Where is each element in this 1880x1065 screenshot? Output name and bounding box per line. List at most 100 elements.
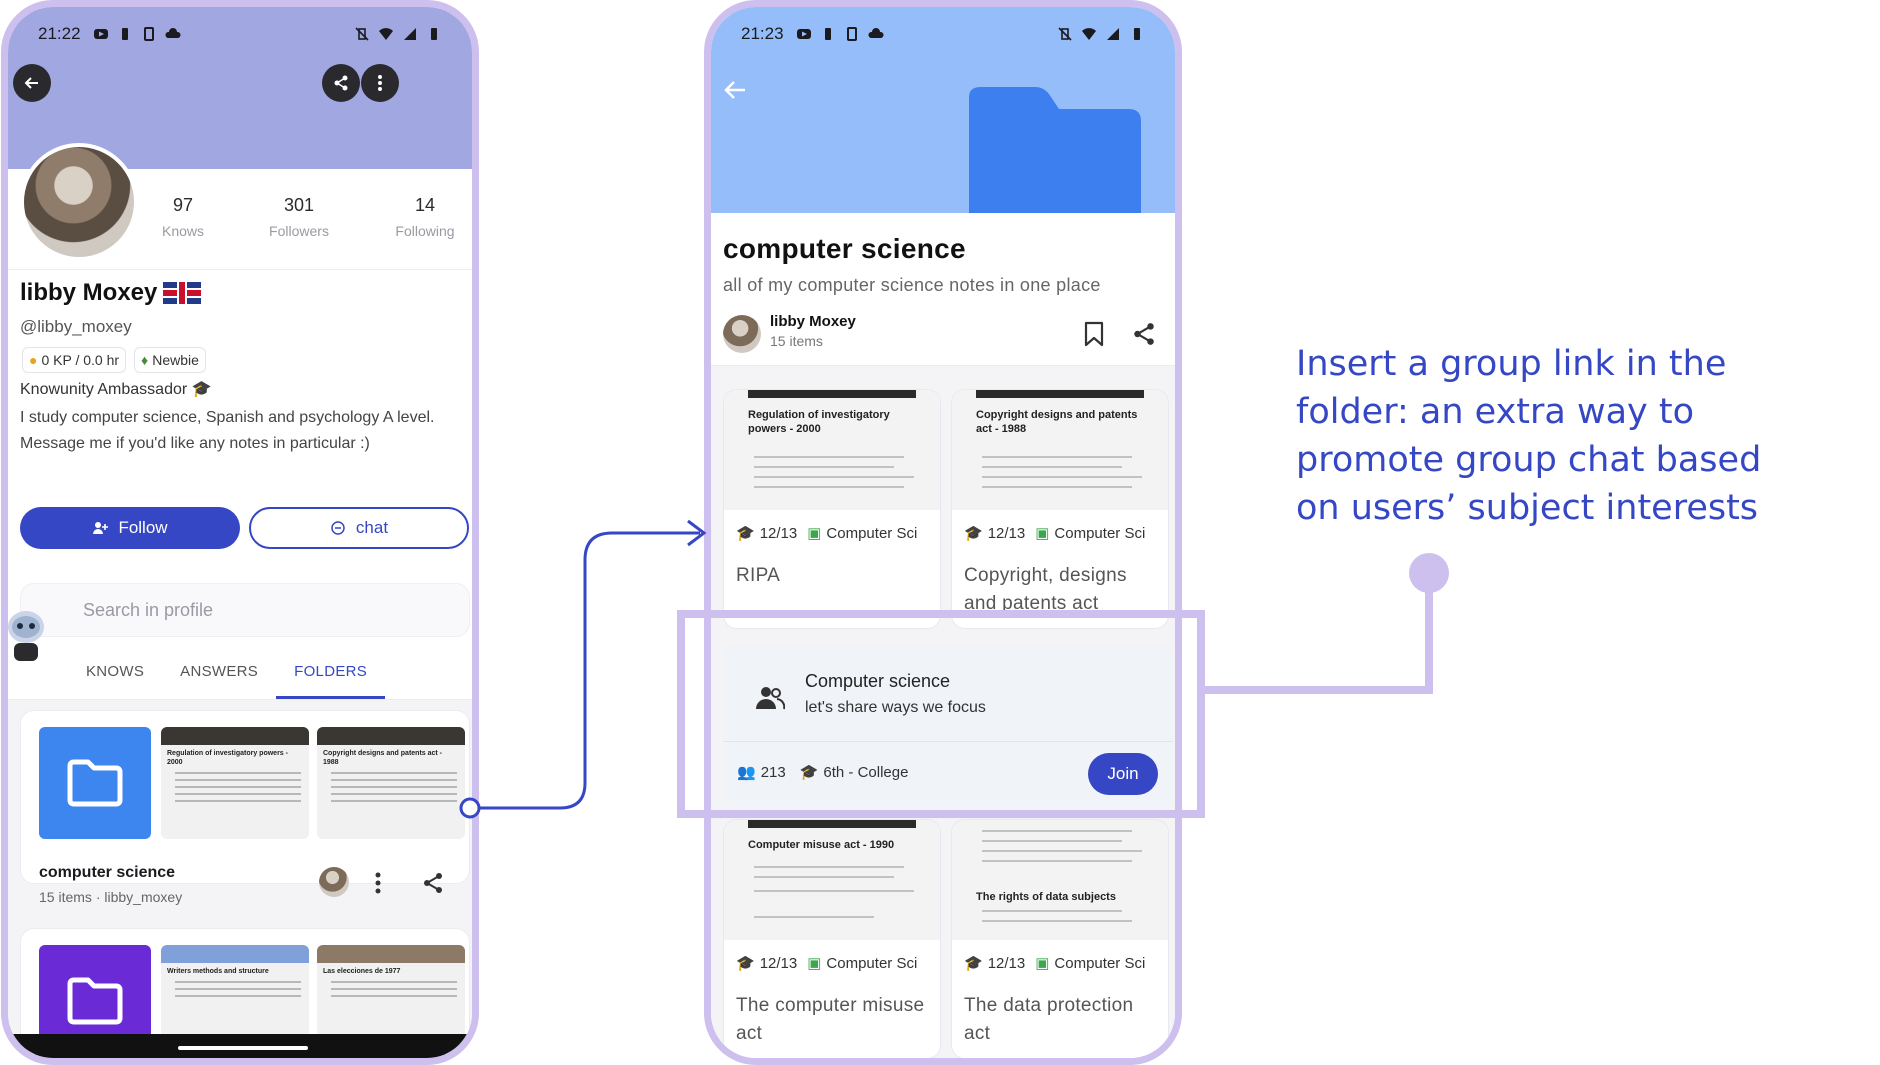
monitor-icon: ▣ [1035, 955, 1050, 972]
folder-card[interactable]: Regulation of investigatory powers - 200… [20, 710, 470, 905]
cloud-icon [868, 28, 884, 38]
subject-chip: ▣ Computer Sci [807, 954, 917, 973]
kebab-menu-icon[interactable] [369, 871, 387, 895]
subject-label: Computer Sci [1054, 954, 1146, 972]
group-icon [756, 687, 785, 710]
grade-chip: 🎓 12/13 [964, 954, 1026, 973]
document-preview-title: Las elecciones de 1977 [323, 968, 401, 975]
battery-small-icon [121, 28, 128, 40]
document-preview-title: Copyright designs and patents act - 1988 [323, 750, 443, 766]
annotation-text: Insert a group link in the folder: an ex… [1296, 344, 1762, 528]
kp-badge[interactable]: ● 0 KP / 0.0 hr [22, 347, 127, 373]
group-chat-card[interactable]: Computer science let's share ways we foc… [723, 645, 1173, 807]
ambassador-label: Knowunity Ambassador 🎓 [20, 381, 212, 398]
bookmark-icon[interactable] [1083, 321, 1105, 347]
youtube-icon [796, 29, 811, 39]
document-tags: 🎓 12/13 ▣ Computer Sci [964, 524, 1145, 543]
folder-title: computer science [723, 233, 966, 264]
tab-knows[interactable]: KNOWS [68, 653, 162, 699]
document-tags: 🎓 12/13 ▣ Computer Sci [736, 524, 918, 543]
stat-following[interactable]: 14 Following [370, 195, 472, 239]
tablet-icon [846, 27, 857, 41]
subject-chip: ▣ Computer Sci [1035, 954, 1146, 973]
stat-value: 97 [172, 195, 194, 215]
search-input[interactable]: Search in profile [20, 583, 470, 637]
member-count-label: 213 [760, 763, 786, 781]
document-preview: The rights of data subjects [952, 820, 1168, 940]
profile-avatar[interactable] [20, 143, 138, 261]
document-tags: 🎓 12/13 ▣ Computer Sci [736, 954, 917, 973]
kebab-menu-icon [378, 75, 382, 91]
document-preview: Regulation of investigatory powers - 200… [161, 727, 309, 839]
subject-label: Computer Sci [826, 524, 918, 542]
document-card[interactable]: The rights of data subjects 🎓 12/13 ▣ Comp… [951, 819, 1169, 1058]
battery-icon [431, 28, 437, 40]
highlight-dot [1409, 553, 1449, 593]
signal-icon [404, 28, 416, 40]
owner-avatar[interactable] [319, 867, 349, 897]
grade-label: 12/13 [987, 524, 1026, 542]
navigation-bar [8, 1034, 472, 1058]
level-badge[interactable]: ♦ Newbie [134, 347, 206, 373]
monitor-icon: ▣ [807, 525, 822, 542]
tab-folders[interactable]: FOLDERS [276, 653, 386, 699]
group-stats: 👥 213 🎓 6th - College [737, 763, 908, 782]
status-time: 21:22 [38, 24, 81, 43]
status-bar: 21:23 [711, 7, 1175, 61]
share-icon[interactable] [1131, 321, 1157, 347]
document-card[interactable]: Regulation of investigatory powers - 200… [723, 389, 941, 629]
chat-label: chat [355, 518, 389, 537]
grade-label: 12/13 [759, 954, 798, 972]
subject-chip: ▣ Computer Sci [807, 524, 918, 543]
divider [723, 741, 1173, 742]
chat-button[interactable]: chat [249, 507, 469, 549]
profile-name: libby Moxey [20, 279, 202, 307]
folder-description: all of my computer science notes in one … [723, 275, 1101, 295]
owner-name[interactable]: libby Moxey [770, 313, 856, 330]
monitor-icon: ▣ [807, 955, 822, 972]
phone-folder-screen: 21:23 computer science all of my compute… [704, 0, 1182, 1065]
profile-bio: I study computer science, Spanish and ps… [20, 409, 435, 452]
tab-answers[interactable]: ANSWERS [162, 653, 276, 699]
grade-chip: 🎓 12/13 [736, 524, 798, 543]
arrow-left-icon [24, 77, 38, 89]
document-name: RIPA [736, 565, 781, 586]
battery-small-icon [824, 28, 831, 40]
arrow-head-icon [687, 519, 707, 547]
folder-owner: libby_moxey [104, 889, 183, 905]
document-card[interactable]: Copyright designs and patents act - 1988… [951, 389, 1169, 629]
stat-label: Followers [269, 223, 329, 239]
wifi-icon [1082, 28, 1096, 40]
monitor-icon: ▣ [1035, 525, 1050, 542]
back-arrow-icon[interactable] [723, 79, 747, 101]
graduation-cap-icon: 🎓 [964, 955, 983, 972]
document-name: The computer misuse act [736, 995, 925, 1044]
back-button[interactable] [13, 64, 51, 102]
folder-list: Regulation of investigatory powers - 200… [8, 700, 472, 1058]
more-options-button[interactable] [361, 64, 399, 102]
document-preview: Copyright designs and patents act - 1988 [952, 390, 1168, 510]
document-preview: Computer misuse act - 1990 [724, 820, 940, 940]
document-name: The data protection act [964, 995, 1134, 1044]
follow-button[interactable]: Follow [20, 507, 240, 549]
share-button[interactable] [322, 64, 360, 102]
document-card[interactable]: Computer misuse act - 1990 🎓 12/13 ▣ Compu… [723, 819, 941, 1058]
grade-label: 12/13 [759, 524, 798, 542]
folder-meta: 15 items · libby_moxey [39, 889, 182, 905]
graduation-cap-icon: 🎓 [736, 525, 755, 542]
share-icon[interactable] [421, 871, 445, 895]
stat-followers[interactable]: 301 Followers [244, 195, 354, 239]
canvas: 21:22 97 Knows 301 Followers 14 Followin… [0, 0, 1880, 1065]
stat-knows[interactable]: 97 Knows [128, 195, 238, 239]
document-preview-title: Regulation of investigatory powers - 200… [167, 750, 288, 766]
grade-label: 12/13 [987, 954, 1026, 972]
join-button[interactable]: Join [1088, 753, 1158, 795]
owner-avatar[interactable] [723, 315, 761, 353]
home-indicator[interactable] [178, 1046, 308, 1050]
folder-item-count: 15 items [770, 333, 823, 349]
folder-title: computer science [39, 864, 176, 881]
stat-value: 14 [414, 195, 436, 215]
sprout-icon: ♦ [141, 352, 149, 368]
folder-illustration-icon [969, 87, 1141, 213]
folder-cover [39, 727, 151, 839]
